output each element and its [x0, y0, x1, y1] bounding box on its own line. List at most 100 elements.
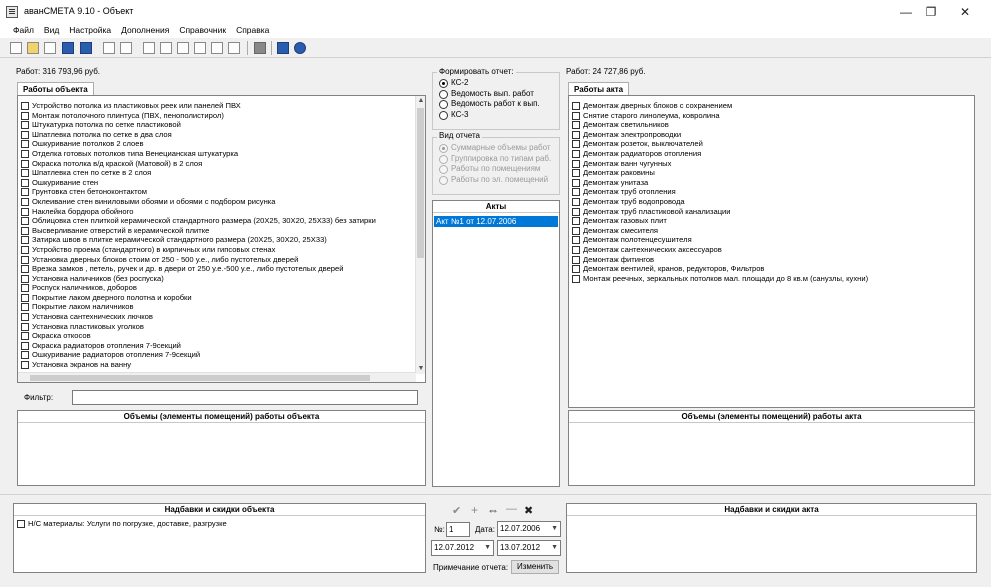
list-item[interactable]: Окраска радиаторов отопления 7-9секций [18, 341, 425, 351]
change-button[interactable]: Изменить [511, 560, 559, 574]
menu-help[interactable]: Справка [231, 24, 274, 35]
list-item[interactable]: Роспуск наличников, доборов [18, 283, 425, 293]
list-item[interactable]: Покрытие лаком дверного полотна и коробк… [18, 293, 425, 303]
list-item[interactable]: Демонтаж смесителя [569, 226, 974, 236]
list-item[interactable]: Демонтаж светильников [569, 120, 974, 130]
report-b-icon[interactable] [160, 42, 172, 54]
checkbox[interactable] [572, 130, 580, 139]
checkbox[interactable] [572, 274, 580, 283]
radio-option[interactable]: КС-3 [438, 110, 540, 121]
checkbox[interactable] [572, 169, 580, 178]
list-item[interactable]: Демонтаж труб пластиковой канализации [569, 207, 974, 217]
list-item[interactable]: Демонтаж труб водопровода [569, 197, 974, 207]
checkbox[interactable] [572, 188, 580, 197]
list-item[interactable]: Установка наличников (без роспуска) [18, 274, 425, 284]
date-from-picker[interactable]: 12.07.2012 ▼ [431, 540, 494, 556]
list-item[interactable]: Ошкуривание стен [18, 178, 425, 188]
list-item[interactable]: Демонтаж полотенцесушителя [569, 235, 974, 245]
print-preview-icon[interactable] [103, 42, 115, 54]
checkbox[interactable] [21, 265, 29, 274]
report-e-icon[interactable] [211, 42, 223, 54]
list-item[interactable]: Демонтаж унитаза [569, 178, 974, 188]
checkbox[interactable] [21, 361, 29, 370]
object-works-list[interactable]: Устройство потолка из пластиковых реек и… [17, 95, 426, 383]
checkbox[interactable] [572, 149, 580, 158]
radio-button[interactable] [439, 79, 448, 88]
list-item[interactable]: Снятие старого линолеума, ковролина [569, 111, 974, 121]
vertical-scrollbar[interactable]: ▲ ▼ [415, 96, 425, 374]
act-works-list[interactable]: Демонтаж дверных блоков с сохранением Сня… [568, 95, 975, 408]
checkbox[interactable] [572, 159, 580, 168]
list-item[interactable]: Монтаж потолочного плинтуса (ПВХ, пенопо… [18, 111, 425, 121]
list-item[interactable]: Демонтаж сантехнических аксессуаров [569, 245, 974, 255]
list-item[interactable]: Ошкуривание радиаторов отопления 7-9секц… [18, 350, 425, 360]
checkbox[interactable] [572, 102, 580, 110]
list-item[interactable]: Монтаж реечных, зеркальных потолков мал.… [569, 274, 974, 284]
checkbox[interactable] [21, 121, 29, 130]
checkbox[interactable] [21, 207, 29, 216]
checkbox[interactable] [572, 178, 580, 187]
radio-button[interactable] [439, 100, 448, 109]
list-item[interactable]: Врезка замков , петель, ручек и др. в дв… [18, 264, 425, 274]
hscroll-thumb[interactable] [30, 375, 370, 381]
scroll-up-icon[interactable]: ▲ [416, 96, 425, 106]
checkbox[interactable] [21, 255, 29, 264]
scroll-down-icon[interactable]: ▼ [416, 364, 425, 374]
list-item[interactable]: Окраска потолка в/д краской (Матовой) в … [18, 159, 425, 169]
list-item[interactable]: Покрытие лаком наличников [18, 302, 425, 312]
radio-option[interactable]: Ведомость вып. работ [438, 89, 540, 100]
list-item[interactable]: Установка дверных блоков стоим от 250 - … [18, 255, 425, 265]
list-item[interactable]: Н/С материалы: Услуги по погрузке, доста… [14, 519, 425, 529]
tab-object-works[interactable]: Работы объекта [17, 82, 94, 95]
list-item[interactable]: Отделка готовых потолков типа Венецианск… [18, 149, 425, 159]
list-item[interactable]: Высверливание отверстий в керамической п… [18, 226, 425, 236]
checkbox[interactable] [21, 313, 29, 322]
close-button[interactable]: ✕ [948, 0, 982, 24]
radio-option[interactable]: Ведомость работ к вып. [438, 99, 540, 110]
checkbox[interactable] [21, 197, 29, 206]
checkbox[interactable] [21, 111, 29, 120]
act-remove-icon[interactable]: — [506, 503, 517, 515]
act-delete-icon[interactable]: ✖ [524, 504, 533, 517]
checkbox[interactable] [21, 226, 29, 235]
save-all-icon[interactable] [80, 42, 92, 54]
list-item[interactable]: Демонтаж раковины [569, 168, 974, 178]
list-item[interactable]: Демонтаж вентилей, кранов, редукторов, Ф… [569, 264, 974, 274]
checkbox[interactable] [572, 121, 580, 130]
checkbox[interactable] [572, 111, 580, 120]
checkbox[interactable] [21, 102, 29, 110]
checkbox[interactable] [21, 284, 29, 293]
list-item[interactable]: Демонтаж фитингов [569, 255, 974, 265]
print-icon[interactable] [120, 42, 132, 54]
radio-button[interactable] [439, 89, 448, 99]
checkbox[interactable] [572, 265, 580, 274]
list-item[interactable]: Облицовка стен плиткой керамической стан… [18, 216, 425, 226]
act-swap-icon[interactable]: ⇔ [487, 503, 499, 517]
checkbox[interactable] [572, 217, 580, 226]
checkbox[interactable] [21, 159, 29, 168]
checkbox[interactable] [21, 303, 29, 312]
checkbox[interactable] [572, 226, 580, 235]
window-icon[interactable] [44, 42, 56, 54]
checkbox[interactable] [572, 245, 580, 254]
horizontal-scrollbar[interactable] [18, 372, 416, 382]
list-item[interactable]: Демонтаж труб отопления [569, 187, 974, 197]
list-item[interactable]: Шпатлевка потолка по сетке в два слоя [18, 130, 425, 140]
list-item[interactable]: Установка пластиковых уголков [18, 322, 425, 332]
checkbox[interactable] [21, 217, 29, 226]
report-a-icon[interactable] [143, 42, 155, 54]
list-item[interactable]: Наклейка бордюра обойного [18, 207, 425, 217]
calculator-icon[interactable] [254, 42, 266, 54]
checkbox[interactable] [21, 341, 29, 350]
menu-file[interactable]: Файл [8, 24, 39, 35]
list-item[interactable]: Демонтаж розеток, выключателей [569, 139, 974, 149]
list-item[interactable]: Устройство потолка из пластиковых реек и… [18, 101, 425, 111]
list-item[interactable]: Оклеивание стен виниловыми обоями и обоя… [18, 197, 425, 207]
checkbox[interactable] [21, 274, 29, 283]
list-item[interactable]: Демонтаж радиаторов отопления [569, 149, 974, 159]
about-icon[interactable] [294, 42, 306, 54]
new-document-icon[interactable] [10, 42, 22, 54]
report-c-icon[interactable] [177, 42, 189, 54]
scroll-thumb[interactable] [417, 108, 424, 258]
checkbox[interactable] [21, 149, 29, 158]
